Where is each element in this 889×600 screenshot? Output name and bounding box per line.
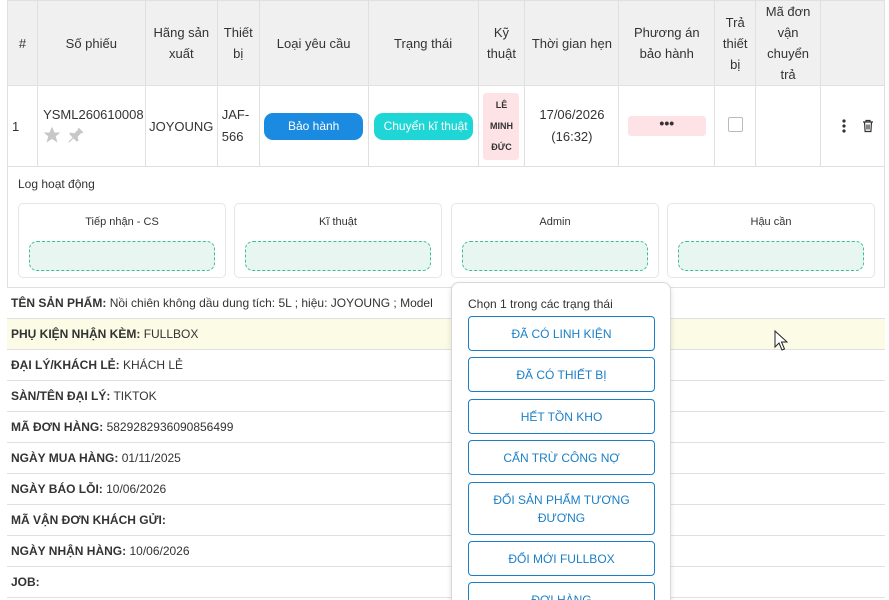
log-card-cs: Tiếp nhận - CS	[18, 203, 226, 278]
header-brand: Hãng sản xuất	[144, 0, 218, 86]
return-device-cell	[714, 85, 757, 167]
header-device: Thiết bị	[216, 0, 260, 86]
warranty-plan-button[interactable]: •••	[627, 116, 706, 136]
ticket-number[interactable]: YSML260610008	[42, 107, 145, 122]
status-select-popup: Chọn 1 trong các trạng thái ĐÃ CÓ LINH K…	[451, 282, 671, 600]
ticket-table: # Số phiếu Hãng sản xuất Thiết bị Loại y…	[7, 0, 885, 167]
info-label: NGÀY BÁO LỖI:	[11, 482, 103, 496]
info-error-date: NGÀY BÁO LỖI: 10/06/2026	[7, 474, 885, 505]
header-actions	[820, 0, 885, 86]
info-label: PHỤ KIỆN NHẬN KÈM:	[11, 327, 141, 341]
log-card-label: Admin	[539, 216, 571, 228]
log-card-logistics: Hậu cần	[667, 203, 875, 278]
info-purchase-date: NGÀY MUA HÀNG: 01/11/2025	[7, 443, 885, 474]
actions-cell	[820, 85, 885, 167]
request-type-button[interactable]: Bảo hành	[264, 112, 364, 140]
technician-badge[interactable]: LÊ MINH ĐỨC	[483, 92, 520, 160]
header-technician: Kỹ thuật	[477, 0, 526, 86]
header-appointment: Thời gian hẹn	[524, 0, 620, 86]
table-header-row: # Số phiếu Hãng sản xuất Thiết bị Loại y…	[7, 0, 885, 86]
info-product-name: TÊN SẢN PHẨM: Nồi chiên không dầu dung t…	[7, 288, 885, 319]
mouse-cursor-icon	[774, 330, 788, 351]
log-card-label: Hậu cần	[750, 216, 792, 228]
info-value: 10/06/2026	[129, 544, 190, 558]
option-debt-offset[interactable]: CẤN TRỪ CÔNG NỢ	[468, 440, 655, 475]
info-value: 01/11/2025	[121, 451, 181, 465]
header-warranty-plan: Phương án bảo hành	[618, 0, 716, 86]
info-label: ĐẠI LÝ/KHÁCH LẺ:	[11, 358, 120, 372]
info-label: JOB:	[11, 575, 40, 589]
info-received-date: NGÀY NHẬN HÀNG: 10/06/2026	[7, 536, 885, 567]
table-row[interactable]: 1 YSML260610008 JOYOUNG JAF-566 Bảo hành…	[7, 85, 885, 167]
info-value: 5829282936090856499	[106, 420, 234, 434]
return-device-checkbox[interactable]	[727, 117, 743, 132]
info-label: SÀN/TÊN ĐẠI LÝ:	[11, 389, 111, 403]
info-label: MÃ VẬN ĐƠN KHÁCH GỬI:	[11, 513, 166, 527]
info-value: TIKTOK	[113, 389, 157, 403]
log-card-technical: Kĩ thuật	[234, 203, 442, 278]
status-button[interactable]: Chuyển kĩ thuật	[373, 112, 473, 140]
log-card-label: Tiếp nhận - CS	[85, 216, 159, 228]
info-label: TÊN SẢN PHẨM:	[11, 296, 107, 310]
info-value: KHÁCH LẺ	[123, 358, 184, 372]
option-equivalent-exchange[interactable]: ĐỔI SẢN PHẨM TƯƠNG ĐƯƠNG	[468, 482, 655, 535]
info-value: Nồi chiên không dầu dung tích: 5L ; hiệu…	[109, 296, 433, 310]
info-label: MÃ ĐƠN HÀNG:	[11, 420, 104, 434]
option-has-device[interactable]: ĐÃ CÓ THIẾT BỊ	[468, 357, 655, 392]
appointment-cell: 17/06/2026 (16:32)	[524, 85, 620, 167]
activity-log-title: Log hoạt động	[18, 177, 95, 191]
info-order-code: MÃ ĐƠN HÀNG: 5829282936090856499	[7, 412, 885, 443]
header-status: Trạng thái	[367, 0, 479, 86]
info-channel: SÀN/TÊN ĐẠI LÝ: TIKTOK	[7, 381, 885, 412]
option-waiting-goods[interactable]: ĐỢI HÀNG	[468, 582, 655, 600]
info-value: FULLBOX	[143, 327, 199, 341]
status-cell: Chuyển kĩ thuật	[367, 85, 479, 167]
log-card-label: Kĩ thuật	[319, 216, 357, 228]
device-cell: JAF-566	[216, 85, 260, 167]
request-type-cell: Bảo hành	[258, 85, 369, 167]
log-card-admin: Admin	[451, 203, 659, 278]
info-customer-type: ĐẠI LÝ/KHÁCH LẺ: KHÁCH LẺ	[7, 350, 885, 381]
header-ticket: Số phiếu	[36, 0, 146, 86]
option-out-of-stock[interactable]: HẾT TỒN KHO	[468, 399, 655, 434]
warranty-plan-cell: •••	[618, 85, 716, 167]
log-dropzone-logistics[interactable]	[678, 241, 864, 271]
row-index: 1	[7, 85, 38, 167]
log-dropzone-admin[interactable]	[462, 241, 648, 271]
activity-log: Log hoạt động Tiếp nhận - CS Kĩ thuật Ad…	[7, 164, 885, 288]
info-job: JOB:	[7, 567, 885, 598]
info-customer-waybill: MÃ VẬN ĐƠN KHÁCH GỬI:	[7, 505, 885, 536]
trash-icon[interactable]	[860, 118, 876, 134]
return-shipping-code-cell	[755, 85, 821, 167]
brand-cell: JOYOUNG	[144, 85, 218, 167]
more-vertical-icon[interactable]	[836, 118, 852, 134]
header-return-device: Trả thiết bị	[714, 0, 757, 86]
star-icon[interactable]	[42, 125, 62, 145]
technician-cell: LÊ MINH ĐỨC	[477, 85, 526, 167]
info-accessories: PHỤ KIỆN NHẬN KÈM: FULLBOX	[7, 319, 885, 350]
popup-title: Chọn 1 trong các trạng thái	[468, 297, 613, 311]
log-dropzone-technical[interactable]	[245, 241, 431, 271]
info-value: 10/06/2026	[106, 482, 167, 496]
header-return-shipping-code: Mã đơn vận chuyển trả	[755, 0, 821, 86]
info-label: NGÀY NHẬN HÀNG:	[11, 544, 127, 558]
log-dropzone-cs[interactable]	[29, 241, 215, 271]
option-has-parts[interactable]: ĐÃ CÓ LINH KIỆN	[468, 316, 655, 351]
header-request-type: Loại yêu cầu	[258, 0, 369, 86]
pin-icon[interactable]	[66, 125, 86, 145]
header-index: #	[7, 0, 38, 86]
info-label: NGÀY MUA HÀNG:	[11, 451, 119, 465]
ticket-cell: YSML260610008	[36, 85, 146, 167]
option-new-fullbox[interactable]: ĐỔI MỚI FULLBOX	[468, 541, 655, 576]
